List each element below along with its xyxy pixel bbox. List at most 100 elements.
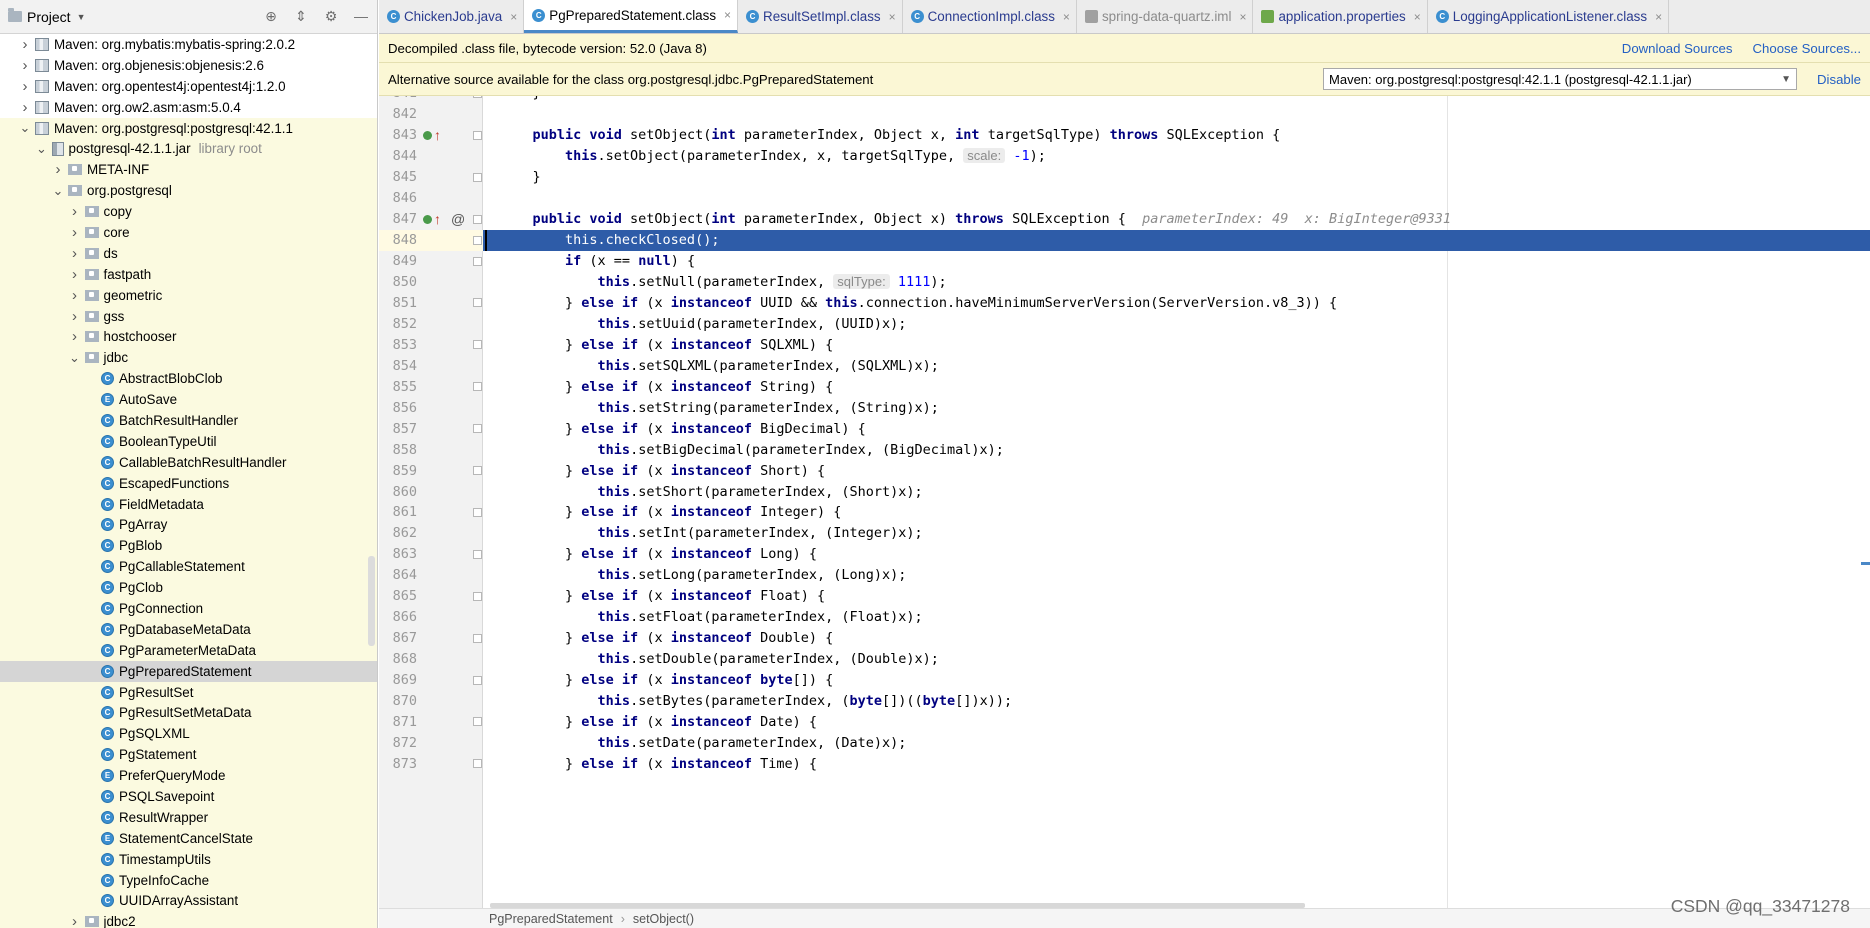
tree-item[interactable]: › Maven: org.opentest4j:opentest4j:1.2.0	[0, 76, 377, 97]
hide-icon[interactable]: —	[353, 8, 369, 25]
code-line[interactable]: 843 ↑ public void setObject(int parameter…	[379, 125, 1870, 146]
code-line[interactable]: 842	[379, 104, 1870, 125]
code-line[interactable]: 852 this.setUuid(parameterIndex, (UUID)x…	[379, 313, 1870, 334]
code-line[interactable]: 857 } else if (x instanceof BigDecimal) …	[379, 418, 1870, 439]
disable-link[interactable]: Disable	[1817, 72, 1861, 87]
fold-marker[interactable]	[473, 235, 482, 245]
tree-item[interactable]: C PgSQLXML	[0, 723, 377, 745]
fold-marker[interactable]	[473, 507, 482, 517]
tree-item[interactable]: › core	[0, 222, 377, 243]
tree-item[interactable]: C PgCallableStatement	[0, 556, 377, 578]
gear-icon[interactable]: ⚙	[323, 8, 339, 25]
code-line[interactable]: 855 } else if (x instanceof String) {	[379, 376, 1870, 397]
tree-item[interactable]: ⌄ postgresql-42.1.1.jar library root	[0, 138, 377, 160]
code-line[interactable]: 847 ↑ @ public void setObject(int paramete…	[379, 209, 1870, 230]
tree-item[interactable]: › Maven: org.ow2.asm:asm:5.0.4	[0, 97, 377, 118]
project-panel-title[interactable]: Project	[27, 9, 71, 25]
collapse-all-icon[interactable]: ⇕	[293, 8, 309, 25]
close-icon[interactable]: ×	[889, 10, 896, 24]
code-line[interactable]: 858 this.setBigDecimal(parameterIndex, (…	[379, 439, 1870, 460]
code-line[interactable]: 867 } else if (x instanceof Double) {	[379, 628, 1870, 649]
fold-marker[interactable]	[473, 214, 482, 224]
code-line[interactable]: 851 } else if (x instanceof UUID && this…	[379, 293, 1870, 314]
code-line[interactable]: 862 this.setInt(parameterIndex, (Integer…	[379, 523, 1870, 544]
override-marker[interactable]: ↑	[423, 128, 441, 142]
fold-marker[interactable]	[473, 340, 482, 350]
choose-sources-link[interactable]: Choose Sources...	[1753, 41, 1862, 56]
close-icon[interactable]: ×	[1063, 10, 1070, 24]
fold-marker[interactable]	[473, 549, 482, 559]
override-marker[interactable]: ↑ @	[423, 211, 465, 227]
code-line[interactable]: 872 this.setDate(parameterIndex, (Date)x…	[379, 732, 1870, 753]
chevron-right-icon[interactable]: ›	[18, 78, 32, 95]
tree-item[interactable]: C FieldMetadata	[0, 493, 377, 515]
code-line[interactable]: 841 }	[379, 96, 1870, 104]
fold-marker[interactable]	[473, 466, 482, 476]
tree-item[interactable]: › Maven: org.objenesis:objenesis:2.6	[0, 55, 377, 76]
code-line[interactable]: 870 this.setBytes(parameterIndex, (byte[…	[379, 691, 1870, 712]
breadcrumb-class[interactable]: PgPreparedStatement	[489, 912, 613, 926]
code-line[interactable]: 866 this.setFloat(parameterIndex, (Float…	[379, 607, 1870, 628]
tree-item[interactable]: C EscapedFunctions	[0, 472, 377, 494]
tree-item[interactable]: › gss	[0, 305, 377, 327]
tree-item[interactable]: › ds	[0, 242, 377, 264]
tree-item[interactable]: C TimestampUtils	[0, 848, 377, 870]
chevron-right-icon[interactable]: ›	[18, 36, 32, 53]
editor-tab[interactable]: C ChickenJob.java ×	[379, 0, 525, 33]
code-line[interactable]: 850 this.setNull(parameterIndex, sqlType…	[379, 272, 1870, 293]
tree-item[interactable]: C PgDatabaseMetaData	[0, 618, 377, 640]
code-line[interactable]: 864 this.setLong(parameterIndex, (Long)x…	[379, 565, 1870, 586]
editor-tab[interactable]: C LoggingApplicationListener.class ×	[1428, 0, 1670, 33]
download-sources-link[interactable]: Download Sources	[1622, 41, 1733, 56]
close-icon[interactable]: ×	[1239, 10, 1246, 24]
editor-tab[interactable]: spring-data-quartz.iml ×	[1077, 0, 1254, 33]
tree-item[interactable]: C PgStatement	[0, 744, 377, 766]
code-line[interactable]: 869 } else if (x instanceof byte[]) {	[379, 670, 1870, 691]
fold-marker[interactable]	[473, 382, 482, 392]
overrides-arrow-icon[interactable]: ↑	[434, 128, 441, 142]
implements-icon[interactable]	[423, 130, 432, 140]
editor-tab[interactable]: C ConnectionImpl.class ×	[903, 0, 1077, 33]
tree-item[interactable]: C PSQLSavepoint	[0, 786, 377, 807]
code-line[interactable]: 871 } else if (x instanceof Date) {	[379, 712, 1870, 733]
fold-marker[interactable]	[473, 759, 482, 769]
fold-marker[interactable]	[473, 172, 482, 182]
tree-item[interactable]: C PgClob	[0, 577, 377, 599]
close-icon[interactable]: ×	[1655, 10, 1662, 24]
close-icon[interactable]: ×	[724, 8, 731, 22]
tree-item[interactable]: C BatchResultHandler	[0, 410, 377, 431]
code-line[interactable]: 861 } else if (x instanceof Integer) {	[379, 502, 1870, 523]
chevron-down-icon[interactable]: ▼	[77, 12, 86, 22]
chevron-down-icon[interactable]: ⌄	[35, 141, 49, 157]
fold-marker[interactable]	[473, 675, 482, 685]
chevron-down-icon[interactable]: ⌄	[18, 120, 32, 136]
editor-tab[interactable]: application.properties ×	[1253, 0, 1428, 33]
chevron-right-icon[interactable]: ›	[68, 245, 82, 262]
tree-scrollbar[interactable]	[368, 556, 375, 646]
tree-item[interactable]: C PgConnection	[0, 598, 377, 619]
code-line[interactable]: 854 this.setSQLXML(parameterIndex, (SQLX…	[379, 355, 1870, 376]
fold-marker[interactable]	[473, 96, 482, 98]
close-icon[interactable]: ×	[510, 10, 517, 24]
tree-item[interactable]: › jdbc2	[0, 911, 377, 928]
close-icon[interactable]: ×	[1414, 10, 1421, 24]
code-line[interactable]: 849 if (x == null) {	[379, 251, 1870, 272]
chevron-down-icon[interactable]: ⌄	[68, 350, 82, 366]
tree-item[interactable]: C CallableBatchResultHandler	[0, 451, 377, 473]
chevron-right-icon[interactable]: ›	[18, 57, 32, 74]
current-code-line[interactable]: 848 this.checkClosed();	[379, 229, 1870, 251]
chevron-right-icon[interactable]: ›	[68, 224, 82, 241]
code-line[interactable]: 863 } else if (x instanceof Long) {	[379, 544, 1870, 565]
fold-marker[interactable]	[473, 591, 482, 601]
code-line[interactable]: 873 } else if (x instanceof Time) {	[379, 753, 1870, 774]
chevron-right-icon[interactable]: ›	[51, 161, 65, 178]
fold-marker[interactable]	[473, 424, 482, 434]
tree-item[interactable]: E StatementCancelState	[0, 827, 377, 849]
tree-item[interactable]: C ResultWrapper	[0, 806, 377, 828]
code-line[interactable]: 868 this.setDouble(parameterIndex, (Doub…	[379, 649, 1870, 670]
chevron-right-icon[interactable]: ›	[68, 266, 82, 283]
tree-item[interactable]: E AutoSave	[0, 389, 377, 411]
code-line[interactable]: 860 this.setShort(parameterIndex, (Short…	[379, 481, 1870, 502]
code-line[interactable]: 845 }	[379, 167, 1870, 188]
tree-item[interactable]: › hostchooser	[0, 326, 377, 348]
